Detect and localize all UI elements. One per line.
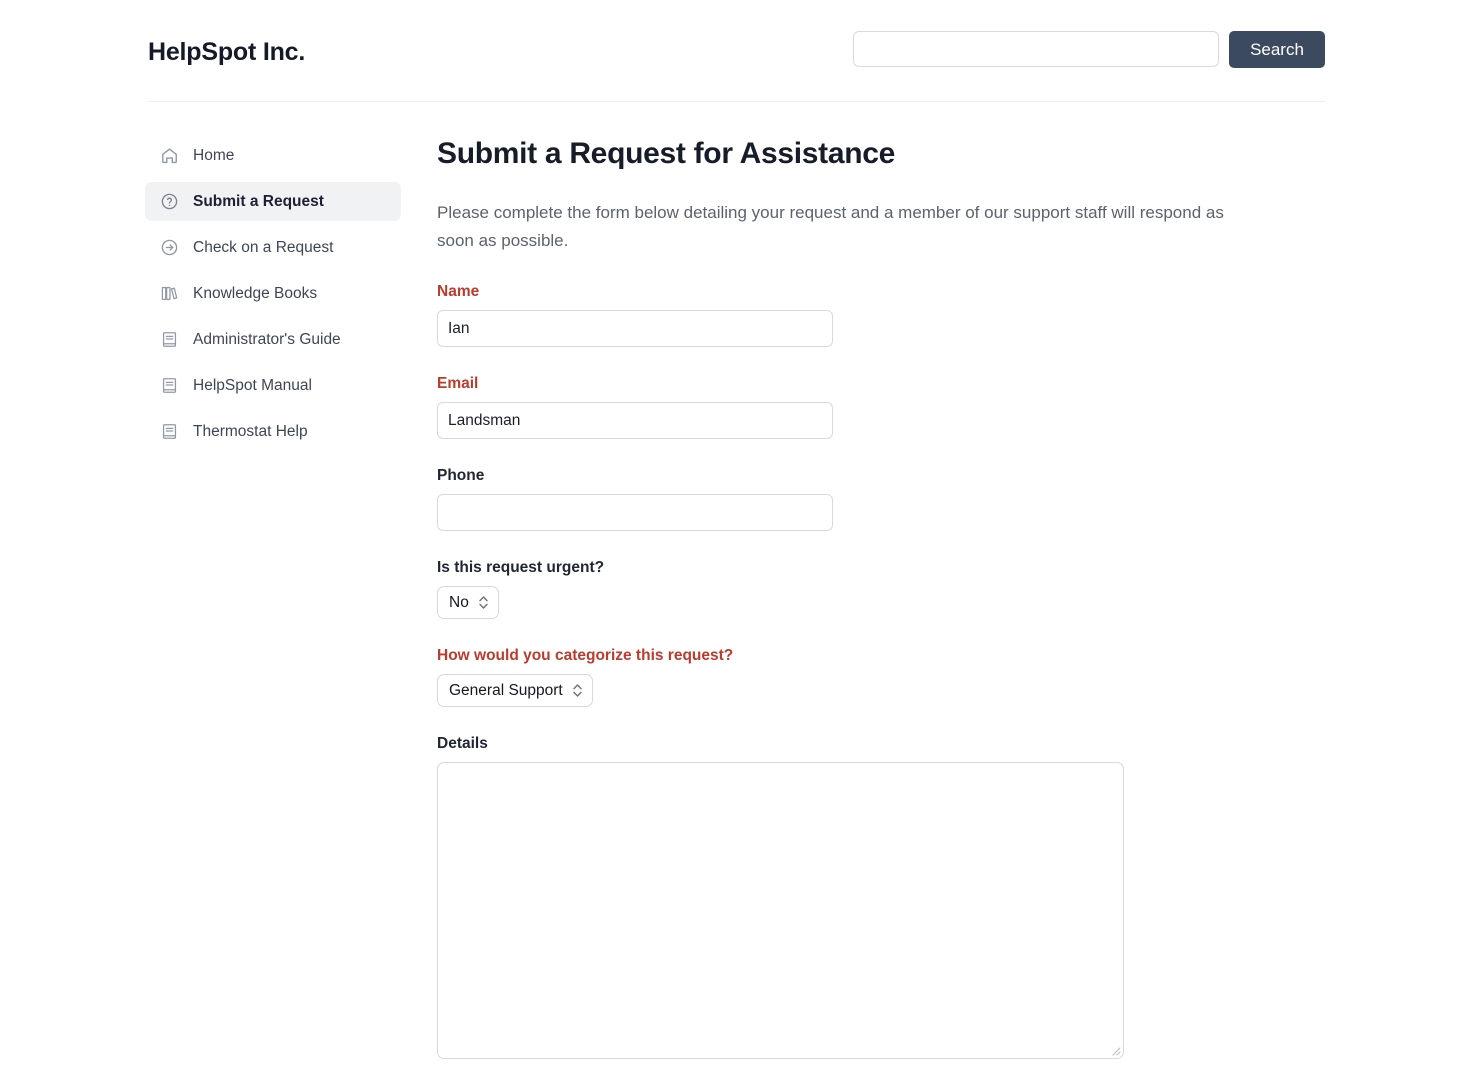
search-input[interactable]	[853, 31, 1219, 67]
urgent-label: Is this request urgent?	[437, 559, 605, 577]
home-icon	[159, 145, 180, 166]
brand-title: HelpSpot Inc.	[148, 38, 306, 66]
header-divider	[148, 101, 1325, 102]
chevron-updown-icon	[478, 594, 489, 611]
sidebar-item-thermostat-help[interactable]: Thermostat Help	[145, 412, 401, 451]
book-icon	[159, 375, 180, 396]
name-label: Name	[437, 283, 480, 301]
sidebar-item-check-on-a-request[interactable]: Check on a Request	[145, 228, 401, 267]
field-urgent: Is this request urgent? No	[437, 559, 1337, 620]
field-phone: Phone	[437, 467, 1337, 532]
sidebar-item-label: Home	[193, 146, 235, 164]
arrow-right-circle-icon	[159, 237, 180, 258]
sidebar-item-label: Check on a Request	[193, 238, 334, 256]
chevron-updown-icon	[572, 682, 583, 699]
field-name: Name	[437, 283, 1337, 348]
book-icon	[159, 421, 180, 442]
sidebar-item-submit-a-request[interactable]: Submit a Request	[145, 182, 401, 221]
search-button[interactable]: Search	[1229, 31, 1325, 68]
sidebar-item-administrators-guide[interactable]: Administrator's Guide	[145, 320, 401, 359]
field-category: How would you categorize this request? G…	[437, 647, 1337, 708]
sidebar-item-label: Administrator's Guide	[193, 330, 341, 348]
sidebar-item-home[interactable]: Home	[145, 136, 401, 175]
request-form-panel: Submit a Request for Assistance Please c…	[437, 136, 1337, 1060]
sidebar-item-label: Submit a Request	[193, 192, 324, 210]
page-header: HelpSpot Inc. Search	[148, 0, 1325, 102]
books-icon	[159, 283, 180, 304]
urgent-select[interactable]: No	[437, 586, 499, 620]
page-title: Submit a Request for Assistance	[437, 137, 896, 170]
category-label: How would you categorize this request?	[437, 647, 734, 665]
email-label: Email	[437, 375, 479, 393]
sidebar-item-helpspot-manual[interactable]: HelpSpot Manual	[145, 366, 401, 405]
field-email: Email	[437, 375, 1337, 440]
question-circle-icon	[159, 191, 180, 212]
sidebar-item-knowledge-books[interactable]: Knowledge Books	[145, 274, 401, 313]
category-select-value: General Support	[449, 681, 563, 699]
help-desk-page: HelpSpot Inc. Search Home Submit a Reque…	[0, 0, 1472, 1088]
details-textarea-wrap	[437, 762, 1124, 1060]
sidebar-item-label: Thermostat Help	[193, 422, 308, 440]
phone-input[interactable]	[437, 494, 833, 532]
email-input[interactable]	[437, 402, 833, 440]
name-input[interactable]	[437, 310, 833, 348]
sidebar-item-label: HelpSpot Manual	[193, 376, 312, 394]
sidebar-nav: Home Submit a Request Check on a Request…	[145, 136, 401, 458]
category-select[interactable]: General Support	[437, 674, 593, 708]
details-textarea[interactable]	[437, 762, 1124, 1060]
sidebar-item-label: Knowledge Books	[193, 284, 318, 302]
search-area: Search	[853, 31, 1325, 68]
form-intro-text: Please complete the form below detailing…	[437, 203, 1224, 251]
urgent-select-value: No	[449, 593, 469, 611]
phone-label: Phone	[437, 467, 485, 485]
field-details: Details	[437, 735, 1337, 1060]
details-label: Details	[437, 735, 488, 753]
book-icon	[159, 329, 180, 350]
